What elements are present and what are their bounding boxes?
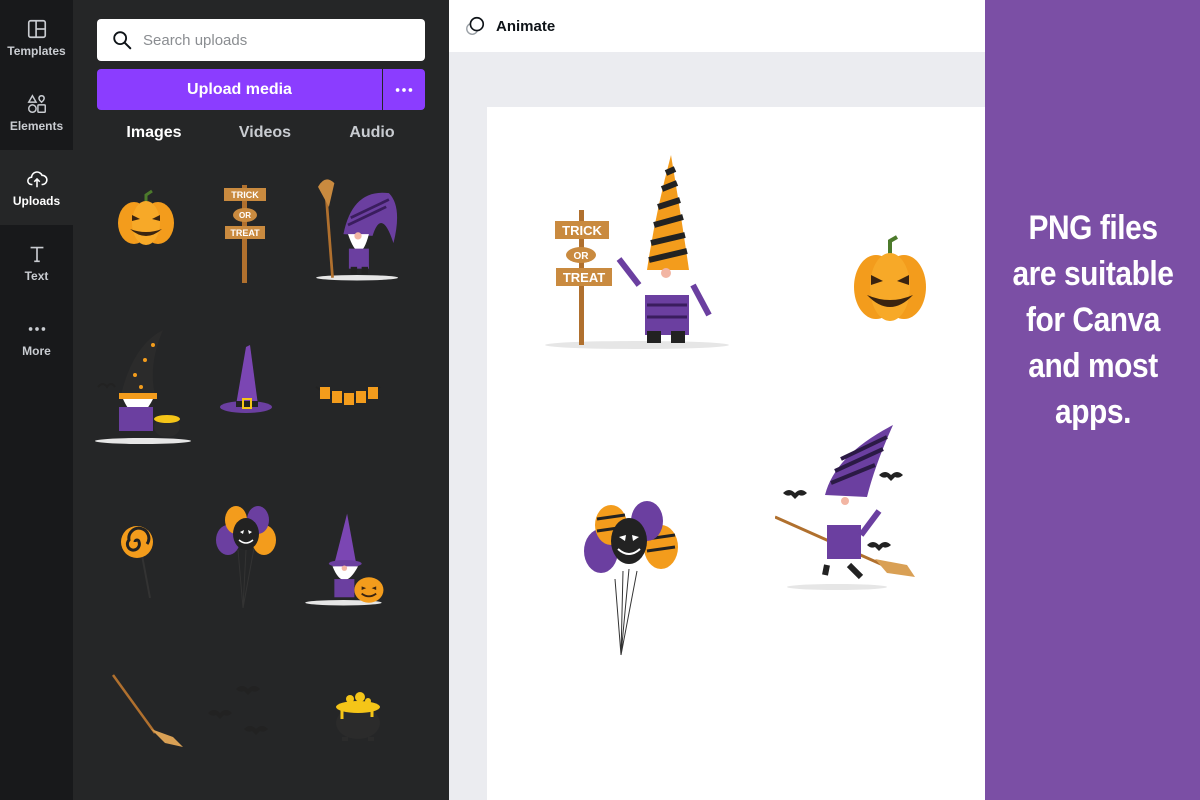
thumbnail-gnome-with-pumpkin[interactable] xyxy=(298,490,398,610)
elements-icon xyxy=(26,93,46,113)
lollipop-image xyxy=(121,526,153,599)
editor-toolbar: Animate xyxy=(449,0,985,52)
cauldron-image xyxy=(336,692,380,741)
svg-text:OR: OR xyxy=(239,211,251,220)
pumpkin-image xyxy=(854,235,926,321)
canvas-balloons[interactable] xyxy=(583,499,679,659)
rail-item-uploads[interactable]: Uploads xyxy=(0,150,73,225)
tab-images[interactable]: Images xyxy=(104,124,204,142)
text-icon xyxy=(30,246,43,262)
svg-text:TREAT: TREAT xyxy=(563,270,605,285)
promo-text: PNG files are suitable for Canva and mos… xyxy=(1011,209,1174,431)
gnome-sign-image: TRICK OR TREAT xyxy=(545,155,729,349)
rail-label: Elements xyxy=(9,118,64,133)
animate-icon xyxy=(466,16,485,35)
templates-icon xyxy=(27,19,46,38)
pumpkin-image xyxy=(118,189,174,245)
sign-image: TRICK OR TREAT xyxy=(224,185,266,283)
more-dots-icon xyxy=(395,87,413,92)
canvas-pumpkin[interactable] xyxy=(849,235,931,327)
thumbnail-cauldron[interactable] xyxy=(298,655,398,775)
canvas-gnome-with-sign[interactable]: TRICK OR TREAT xyxy=(539,155,731,351)
gnome-pumpkin-image xyxy=(305,513,384,606)
rail-label: Templates xyxy=(7,43,66,58)
witch-hat-image xyxy=(220,345,272,413)
rail-item-elements[interactable]: Elements xyxy=(0,75,73,150)
animate-button[interactable]: Animate xyxy=(464,15,555,37)
svg-text:TRICK: TRICK xyxy=(562,223,602,238)
tab-audio[interactable]: Audio xyxy=(322,124,422,142)
thumbnail-gnome-with-broom[interactable] xyxy=(298,165,398,285)
gnome-cauldron-image xyxy=(95,330,191,444)
gnome-image xyxy=(316,179,398,281)
thumbnail-boo-banner[interactable] xyxy=(298,325,398,445)
promo-panel: PNG files are suitable for Canva and mos… xyxy=(985,0,1200,800)
rail-label: Text xyxy=(24,268,49,283)
thumbnail-bats[interactable] xyxy=(198,655,298,775)
broom-image xyxy=(111,674,183,747)
search-icon xyxy=(113,31,132,50)
boo-banner-image xyxy=(315,386,381,405)
canvas-gnome-on-broom[interactable] xyxy=(774,425,919,591)
thumbnail-gnome-with-cauldron[interactable] xyxy=(93,325,193,445)
thumbnail-witch-hat[interactable] xyxy=(196,325,296,445)
svg-text:OR: OR xyxy=(574,251,590,262)
rail-label: More xyxy=(22,343,51,358)
side-rail: Templates Elements Uploads Text More xyxy=(0,0,73,800)
svg-text:TREAT: TREAT xyxy=(230,228,260,238)
rail-item-templates[interactable]: Templates xyxy=(0,0,73,75)
thumbnail-balloons[interactable] xyxy=(196,490,296,610)
thumbnail-broom[interactable] xyxy=(95,655,195,775)
uploads-panel: Upload media Images Videos Audio TRICK O… xyxy=(73,0,449,800)
svg-text:TRICK: TRICK xyxy=(231,190,259,200)
more-dots-icon xyxy=(28,326,45,331)
balloons-image xyxy=(216,506,276,609)
upload-cloud-icon xyxy=(26,170,48,187)
rail-item-more[interactable]: More xyxy=(0,300,73,375)
tab-videos[interactable]: Videos xyxy=(215,124,315,142)
rail-label: Uploads xyxy=(12,193,61,208)
animate-label: Animate xyxy=(496,17,556,35)
design-canvas[interactable]: TRICK OR TREAT xyxy=(487,107,985,800)
gnome-broom-image xyxy=(774,425,915,590)
upload-media-button[interactable]: Upload media xyxy=(97,69,382,110)
rail-item-text[interactable]: Text xyxy=(0,225,73,300)
thumbnail-lollipop[interactable] xyxy=(95,490,195,610)
search-input[interactable] xyxy=(143,31,403,49)
editor-area: Animate TRICK OR TREAT xyxy=(449,0,985,800)
thumbnail-pumpkin[interactable] xyxy=(96,165,196,285)
balloons-image xyxy=(584,501,678,656)
thumbnail-trick-or-treat-sign[interactable]: TRICK OR TREAT xyxy=(196,165,296,285)
bats-image xyxy=(208,686,268,735)
search-box[interactable] xyxy=(97,19,425,61)
upload-options-button[interactable] xyxy=(383,69,425,110)
